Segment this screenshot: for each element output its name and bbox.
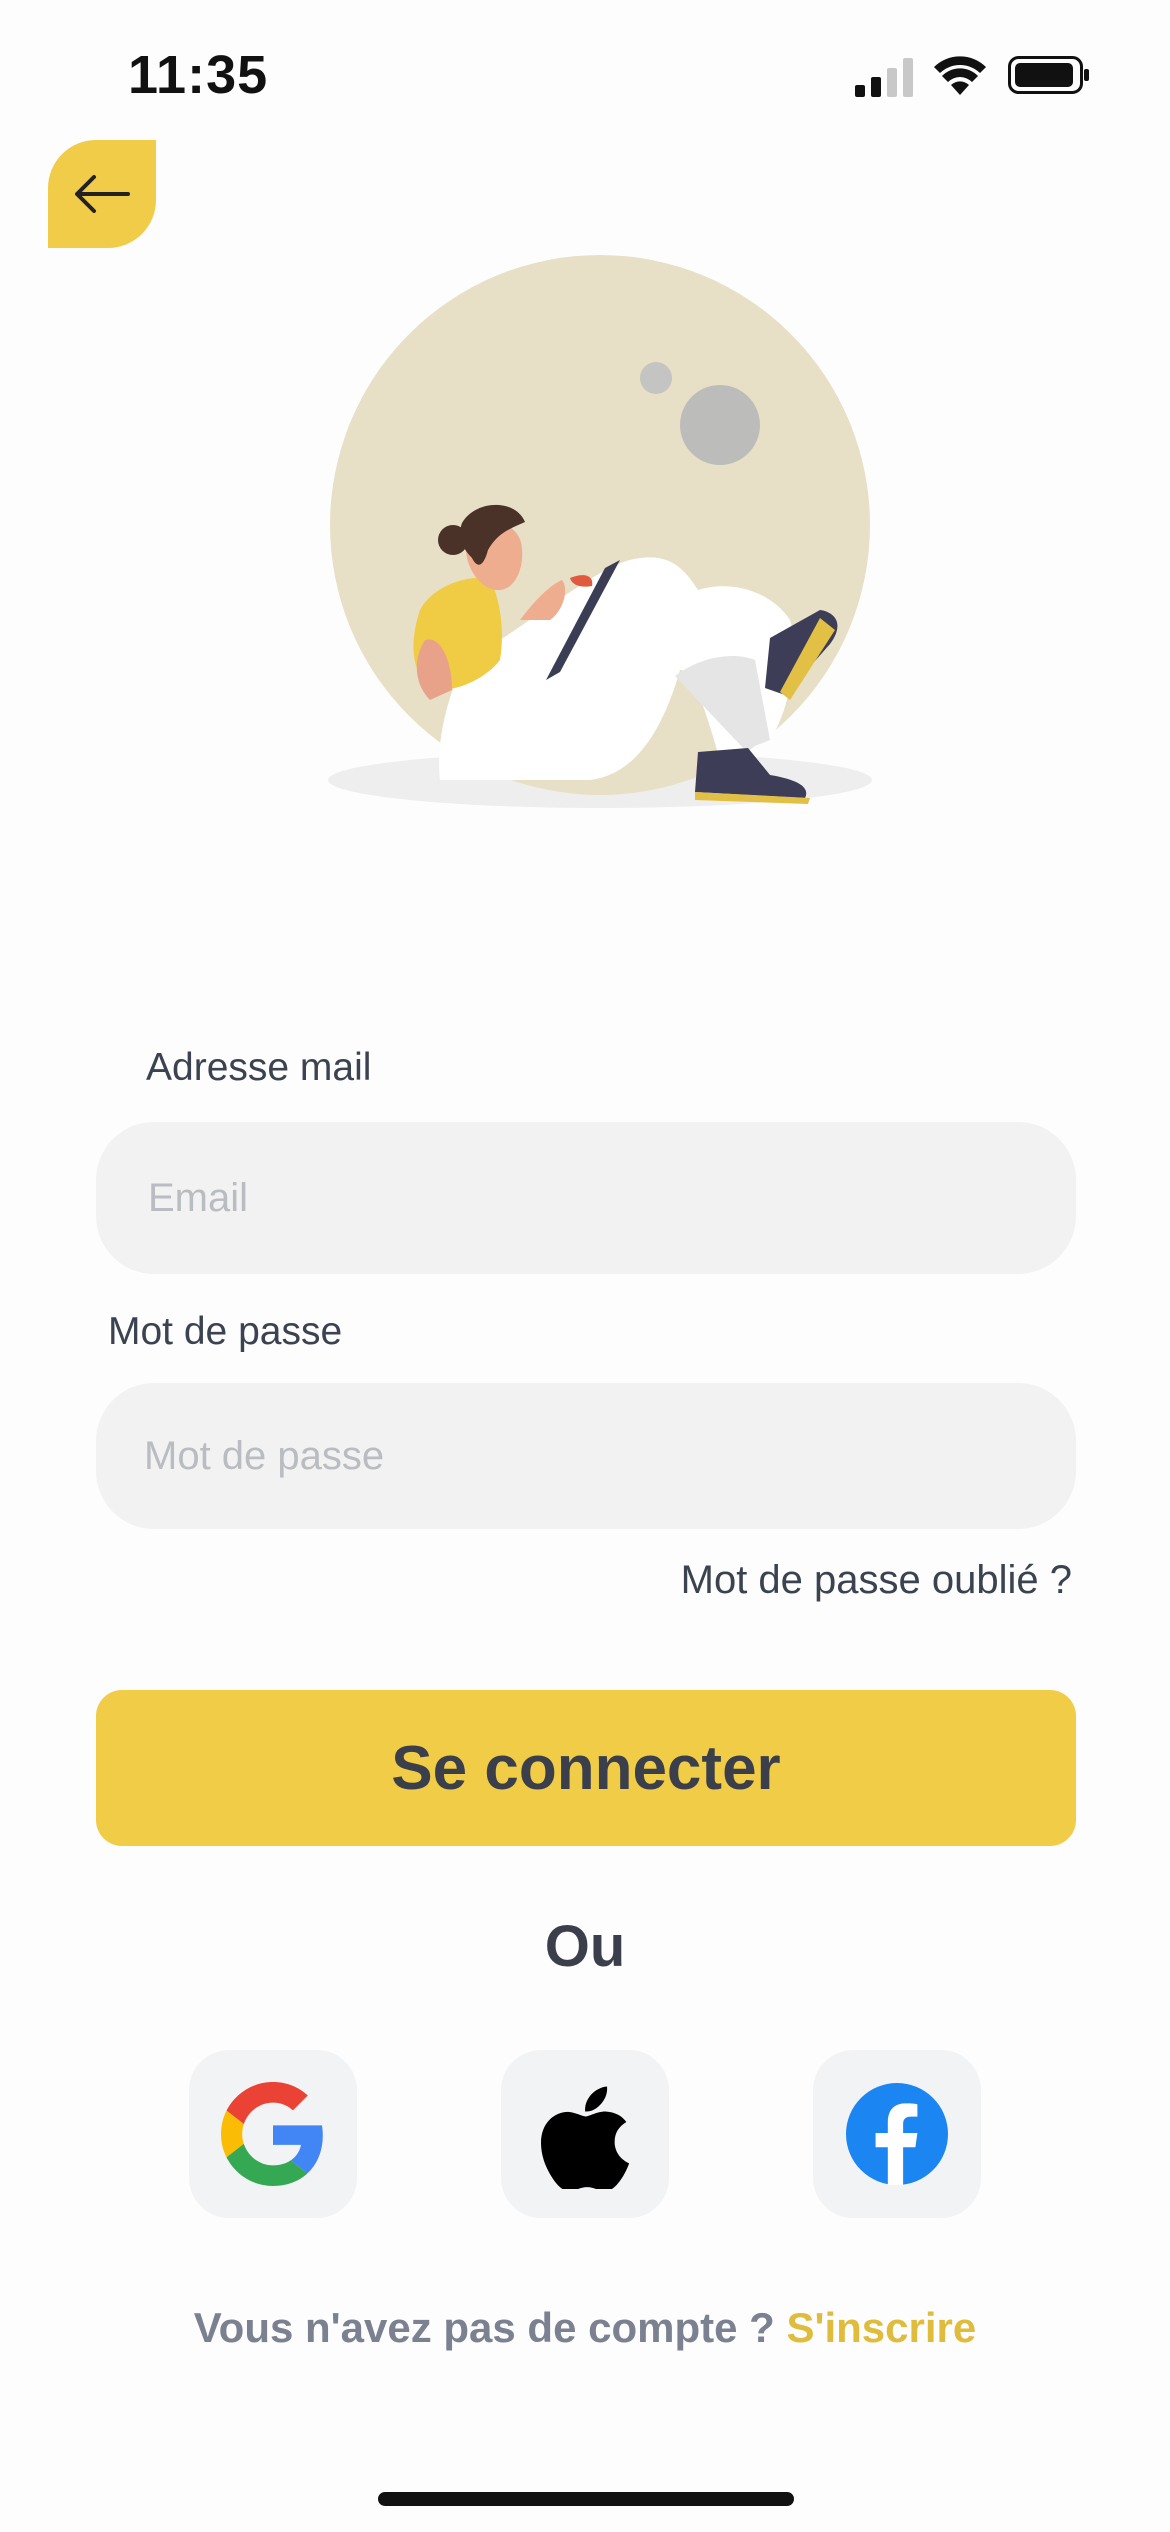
wifi-icon [934, 56, 986, 95]
facebook-login-button[interactable] [813, 2050, 981, 2218]
forgot-password-link[interactable]: Mot de passe oublié ? [681, 1558, 1072, 1603]
apple-icon [541, 2086, 630, 2189]
signup-prompt: Vous n'avez pas de compte ? S'inscrire [0, 2304, 1170, 2352]
home-indicator [378, 2492, 794, 2506]
reading-woman-illustration [328, 255, 872, 808]
google-login-button[interactable] [189, 2050, 357, 2218]
email-label: Adresse mail [146, 1046, 372, 1089]
email-field[interactable] [96, 1122, 1076, 1274]
facebook-icon [846, 2083, 948, 2185]
or-divider-text: Ou [544, 1914, 626, 1979]
password-field[interactable] [96, 1383, 1076, 1529]
status-time: 11:35 [128, 45, 269, 105]
battery-icon [1008, 56, 1089, 94]
signup-link[interactable]: S'inscrire [786, 2304, 976, 2351]
apple-login-button[interactable] [501, 2050, 669, 2218]
arrow-left-icon [75, 175, 130, 213]
signup-prompt-text: Vous n'avez pas de compte ? [193, 2304, 787, 2351]
back-button[interactable] [48, 140, 156, 248]
login-button[interactable]: Se connecter [96, 1690, 1076, 1846]
password-label: Mot de passe [108, 1310, 343, 1353]
google-icon [221, 2082, 323, 2186]
cellular-signal-icon [855, 58, 913, 97]
